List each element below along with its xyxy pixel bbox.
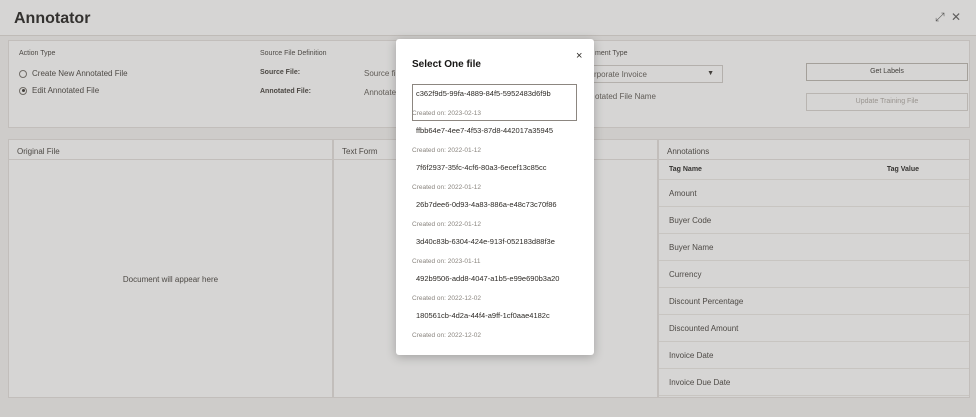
file-date: Created on: 2022-01-12 — [412, 221, 482, 228]
file-name: 7f6f2937-35fc-4cf6-80a3-6ecef13c85cc — [416, 163, 547, 172]
file-name: 180561cb-4d2a-44f4-a9ff-1cf0aae4182c — [416, 311, 550, 320]
dialog-close-icon[interactable]: × — [576, 50, 582, 62]
file-item[interactable]: 26b7dee6-0d93-4a83-886a-e48c73c70f86 Cre… — [412, 195, 577, 232]
file-item[interactable]: 3d40c83b-6304-424e-913f-052183d88f3e Cre… — [412, 232, 577, 269]
file-name: 3d40c83b-6304-424e-913f-052183d88f3e — [416, 237, 555, 246]
file-list: c362f9d5-99fa-4889-84f5-5952483d6f9b Cre… — [412, 84, 577, 343]
file-date: Created on: 2022-01-12 — [412, 147, 482, 154]
file-name: c362f9d5-99fa-4889-84f5-5952483d6f9b — [416, 89, 551, 98]
file-item[interactable]: 492b9506-add8-4047-a1b5-e99e690b3a20 Cre… — [412, 269, 577, 306]
select-file-dialog: Select One file × c362f9d5-99fa-4889-84f… — [396, 39, 594, 355]
file-name: ffbb64e7-4ee7-4f53-87d8-442017a35945 — [416, 126, 554, 135]
file-item[interactable]: c362f9d5-99fa-4889-84f5-5952483d6f9b Cre… — [412, 84, 577, 121]
file-item[interactable]: 7f6f2937-35fc-4cf6-80a3-6ecef13c85cc Cre… — [412, 158, 577, 195]
file-name: 492b9506-add8-4047-a1b5-e99e690b3a20 — [416, 274, 560, 283]
file-item[interactable]: 180561cb-4d2a-44f4-a9ff-1cf0aae4182c Cre… — [412, 306, 577, 343]
file-date: Created on: 2022-01-12 — [412, 184, 482, 191]
file-date: Created on: 2023-01-11 — [412, 258, 481, 265]
file-name: 26b7dee6-0d93-4a83-886a-e48c73c70f86 — [416, 200, 557, 209]
file-item[interactable]: ffbb64e7-4ee7-4f53-87d8-442017a35945 Cre… — [412, 121, 577, 158]
file-date: Created on: 2023-02-13 — [412, 110, 482, 117]
file-date: Created on: 2022-12-02 — [412, 332, 482, 339]
dialog-title: Select One file — [412, 59, 481, 70]
file-date: Created on: 2022-12-02 — [412, 295, 482, 302]
